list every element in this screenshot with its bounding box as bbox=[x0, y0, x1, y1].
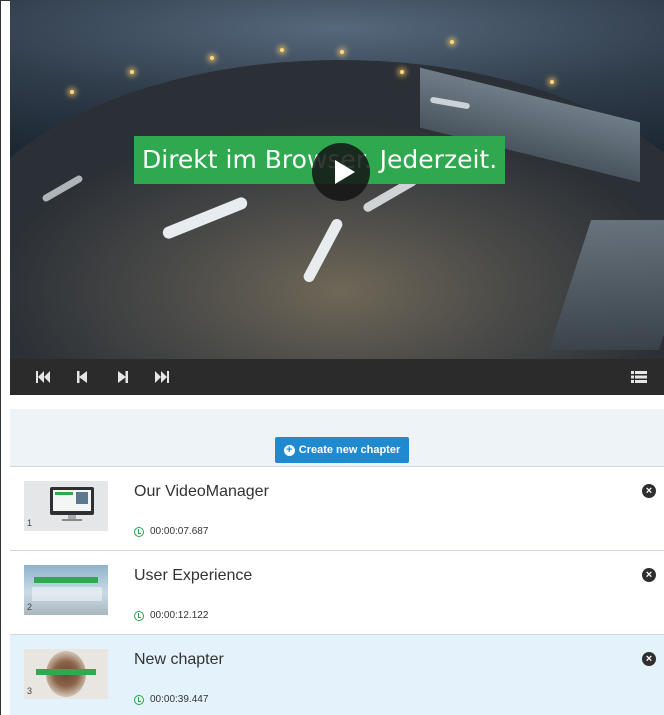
plus-circle-icon: + bbox=[283, 444, 295, 456]
light bbox=[450, 40, 454, 44]
chapter-thumbnail: 3 bbox=[24, 649, 108, 699]
create-new-chapter-label: Create new chapter bbox=[298, 444, 401, 456]
create-new-chapter-button[interactable]: + Create new chapter bbox=[275, 437, 409, 463]
chapter-item[interactable]: 2 User Experience 00:00:12.122 × bbox=[10, 550, 664, 634]
delete-chapter-icon[interactable]: × bbox=[642, 568, 656, 582]
clock-icon bbox=[134, 526, 144, 537]
first-chapter-icon[interactable] bbox=[35, 368, 51, 386]
chapter-thumbnail: 1 bbox=[24, 481, 108, 531]
light bbox=[400, 70, 404, 74]
light bbox=[340, 50, 344, 54]
chapter-timestamp: 00:00:12.122 bbox=[150, 610, 209, 621]
clock-icon bbox=[134, 694, 144, 705]
chapter-title: New chapter bbox=[134, 651, 224, 668]
chapter-title: User Experience bbox=[134, 567, 253, 584]
chapter-time: 00:00:07.687 bbox=[134, 526, 208, 537]
play-icon[interactable] bbox=[312, 143, 370, 201]
chapter-panel-header: + Create new chapter bbox=[10, 395, 664, 467]
chapter-time: 00:00:39.447 bbox=[134, 694, 208, 705]
light bbox=[130, 70, 134, 74]
chapter-list-icon[interactable] bbox=[630, 368, 648, 386]
chapter-timestamp: 00:00:07.687 bbox=[150, 526, 209, 537]
last-chapter-icon[interactable] bbox=[154, 368, 170, 386]
light bbox=[550, 80, 554, 84]
chapter-number: 2 bbox=[27, 602, 33, 612]
next-chapter-icon[interactable] bbox=[117, 368, 129, 386]
chapter-item-active[interactable]: 3 New chapter 00:00:39.447 × bbox=[10, 634, 664, 715]
light bbox=[70, 90, 74, 94]
light bbox=[280, 48, 284, 52]
chapter-timestamp: 00:00:39.447 bbox=[150, 694, 209, 705]
previous-chapter-icon[interactable] bbox=[76, 368, 88, 386]
video-screen[interactable]: Direkt im Browser. Jederzeit. bbox=[10, 0, 664, 359]
player-control-bar bbox=[10, 359, 664, 395]
chapter-number: 3 bbox=[27, 686, 33, 696]
chapter-time: 00:00:12.122 bbox=[134, 610, 208, 621]
chapter-item[interactable]: 1 Our VideoManager 00:00:07.687 × bbox=[10, 466, 664, 550]
chapter-title: Our VideoManager bbox=[134, 483, 269, 500]
clock-icon bbox=[134, 610, 144, 621]
chapter-number: 1 bbox=[27, 518, 33, 528]
delete-chapter-icon[interactable]: × bbox=[642, 652, 656, 666]
chapter-thumbnail: 2 bbox=[24, 565, 108, 615]
light bbox=[210, 56, 214, 60]
chapter-panel: + Create new chapter 1 Our VideoManager … bbox=[10, 395, 664, 715]
delete-chapter-icon[interactable]: × bbox=[642, 484, 656, 498]
